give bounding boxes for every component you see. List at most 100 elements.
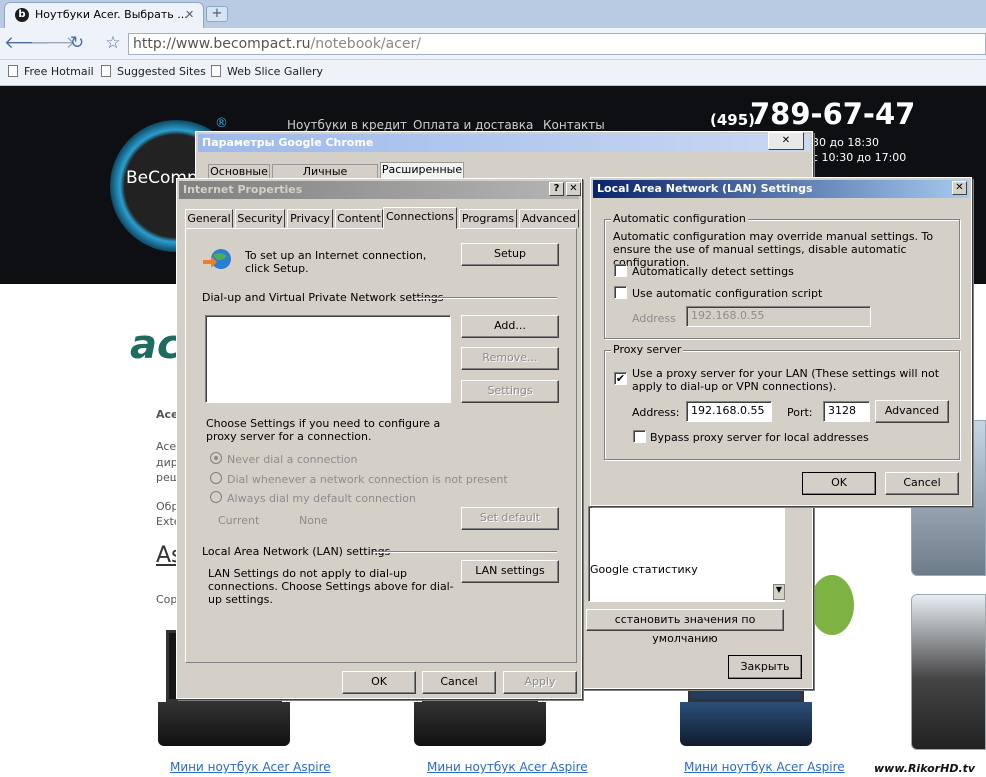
reset-defaults-button[interactable]: сстановить значения по умолчанию — [586, 609, 784, 645]
globe-connection-icon — [203, 249, 231, 269]
address-bar[interactable]: http://www.becompact.ru/notebook/acer/ — [128, 33, 986, 55]
reload-icon[interactable]: ↻ — [64, 33, 90, 55]
watermark: www.RikorHD.tv — [874, 762, 976, 775]
tab-strip: b Ноутбуки Acer. Выбрать ... ✕ + — [0, 0, 986, 28]
tab-connections[interactable]: Connections — [383, 207, 457, 229]
phone-number: 789-67-47 — [750, 97, 916, 131]
setup-button[interactable]: Setup — [461, 243, 559, 266]
setup-text: To set up an Internet connection, click … — [245, 249, 427, 275]
product-link[interactable]: Мини ноутбук Acer Aspire — [170, 760, 331, 774]
proxy-address-label: Address: — [632, 406, 680, 419]
bg-text: дир — [156, 456, 178, 469]
tab-privacy[interactable]: Privacy — [287, 209, 333, 228]
tab-advanced[interactable]: Advanced — [519, 209, 579, 228]
tab-title: Ноутбуки Acer. Выбрать ... — [35, 8, 188, 21]
lan-settings-button[interactable]: LAN settings — [461, 560, 559, 583]
current-label: Current — [218, 514, 260, 527]
auto-detect-label: Automatically detect settings — [632, 265, 794, 278]
bookmark-item[interactable]: Web Slice Gallery — [211, 65, 323, 78]
radio-always-dial[interactable] — [210, 491, 222, 503]
options-listbox[interactable] — [588, 506, 785, 602]
radio-dial-when-needed[interactable] — [210, 472, 222, 484]
use-proxy-checkbox[interactable]: ✔ — [614, 372, 627, 385]
internet-properties-dialog: Internet Properties ? ✕ General Security… — [176, 178, 582, 699]
add-button[interactable]: Add... — [461, 315, 559, 338]
bookmark-star-icon[interactable]: ☆ — [100, 33, 126, 55]
forward-arrow-icon[interactable]: 🡒 — [30, 33, 76, 55]
bg-text: Сор — [156, 593, 178, 606]
chrome-options-titlebar: Параметры Google Chrome — [198, 134, 810, 152]
promo-badge — [810, 575, 854, 635]
close-icon[interactable]: ✕ — [566, 182, 581, 196]
stats-text: Google статистику — [590, 563, 698, 576]
hours-line: с 10:30 до 17:00 — [812, 151, 907, 164]
proxy-address-input[interactable]: 192.168.0.55 — [686, 401, 772, 422]
acer-logo: ac — [130, 322, 181, 368]
separator — [373, 551, 557, 553]
page-icon — [101, 65, 111, 77]
tab-row: General Security Privacy Content Connect… — [185, 207, 579, 229]
radio-dial-when-needed-label: Dial whenever a network connection is no… — [227, 473, 508, 486]
product-link[interactable]: Мини ноутбук Acer Aspire — [684, 760, 845, 774]
cancel-button[interactable]: Cancel — [422, 671, 496, 694]
auto-config-legend: Automatic configuration — [611, 212, 748, 225]
auto-detect-checkbox[interactable]: ✔ — [614, 264, 627, 277]
lan-settings-dialog: Local Area Network (LAN) Settings ✕ Auto… — [590, 177, 972, 506]
remove-button[interactable]: Remove... — [461, 347, 559, 370]
help-icon[interactable]: ? — [549, 182, 564, 196]
url-host: http://www.becompact.ru — [133, 36, 311, 52]
auto-script-checkbox[interactable]: ✔ — [614, 286, 627, 299]
lan-text: LAN Settings do not apply to dial-up con… — [208, 567, 454, 606]
connections-listbox[interactable] — [205, 315, 451, 403]
set-default-button[interactable]: Set default — [461, 507, 559, 530]
port-label: Port: — [787, 406, 813, 419]
back-arrow-icon[interactable]: 🡐 — [4, 33, 50, 55]
bookmark-item[interactable]: Suggested Sites — [101, 65, 206, 78]
new-tab-button[interactable]: + — [206, 6, 228, 22]
dialup-header: Dial-up and Virtual Private Network sett… — [202, 291, 444, 304]
proxy-server-legend: Proxy server — [611, 343, 684, 356]
nav-link-credit[interactable]: Ноутбуки в кредит — [287, 118, 407, 132]
ok-button[interactable]: OK — [802, 472, 876, 495]
browser-tab[interactable]: b Ноутбуки Acer. Выбрать ... ✕ — [4, 2, 204, 28]
bypass-checkbox[interactable]: ✔ — [633, 430, 646, 443]
bag-image[interactable] — [911, 594, 986, 750]
bypass-label: Bypass proxy server for local addresses — [650, 431, 869, 444]
radio-never-dial[interactable] — [210, 452, 222, 464]
product-link[interactable]: Мини ноутбук Acer Aspire — [427, 760, 588, 774]
page-icon — [8, 65, 18, 77]
nav-link-delivery[interactable]: Оплата и доставка — [413, 118, 533, 132]
use-proxy-check: ✔ — [615, 372, 626, 385]
current-value: None — [299, 514, 328, 527]
close-icon[interactable]: ✕ — [952, 181, 967, 195]
radio-never-dial-label: Never dial a connection — [227, 453, 358, 466]
tab-general[interactable]: General — [185, 209, 233, 228]
tab-close-icon[interactable]: ✕ — [185, 8, 194, 21]
proxy-hint: Choose Settings if you need to configure… — [206, 417, 441, 443]
tab-security[interactable]: Security — [235, 209, 285, 228]
lan-settings-titlebar: Local Area Network (LAN) Settings — [593, 180, 969, 198]
phone-code: (495) — [710, 111, 756, 129]
scroll-down-icon[interactable]: ▼ — [773, 584, 785, 600]
internet-properties-titlebar: Internet Properties — [179, 181, 579, 199]
address-label: Address — [632, 312, 676, 325]
ok-button[interactable]: OK — [342, 671, 416, 694]
settings-button[interactable]: Settings — [461, 380, 559, 403]
advanced-button[interactable]: Advanced — [875, 400, 949, 423]
close-icon[interactable]: ✕ — [768, 132, 804, 150]
tab-content[interactable]: Content — [335, 209, 383, 228]
page-icon — [211, 65, 221, 77]
radio-always-dial-label: Always dial my default connection — [227, 492, 416, 505]
script-address-field[interactable]: 192.168.0.55 — [686, 306, 871, 327]
cancel-button[interactable]: Cancel — [885, 472, 959, 495]
bg-text: Ace — [156, 440, 177, 453]
bookmark-item[interactable]: Free Hotmail — [8, 65, 94, 78]
nav-link-contacts[interactable]: Контакты — [543, 118, 605, 132]
apply-button[interactable]: Apply — [503, 671, 577, 694]
hours-line: 30 до 18:30 — [812, 136, 880, 149]
close-button[interactable]: Закрыть — [728, 655, 802, 679]
bookmarks-bar: Free Hotmail Suggested Sites Web Slice G… — [0, 60, 986, 86]
use-proxy-label: Use a proxy server for your LAN (These s… — [632, 367, 940, 393]
port-input[interactable]: 3128 — [823, 401, 870, 422]
tab-programs[interactable]: Programs — [459, 209, 517, 228]
